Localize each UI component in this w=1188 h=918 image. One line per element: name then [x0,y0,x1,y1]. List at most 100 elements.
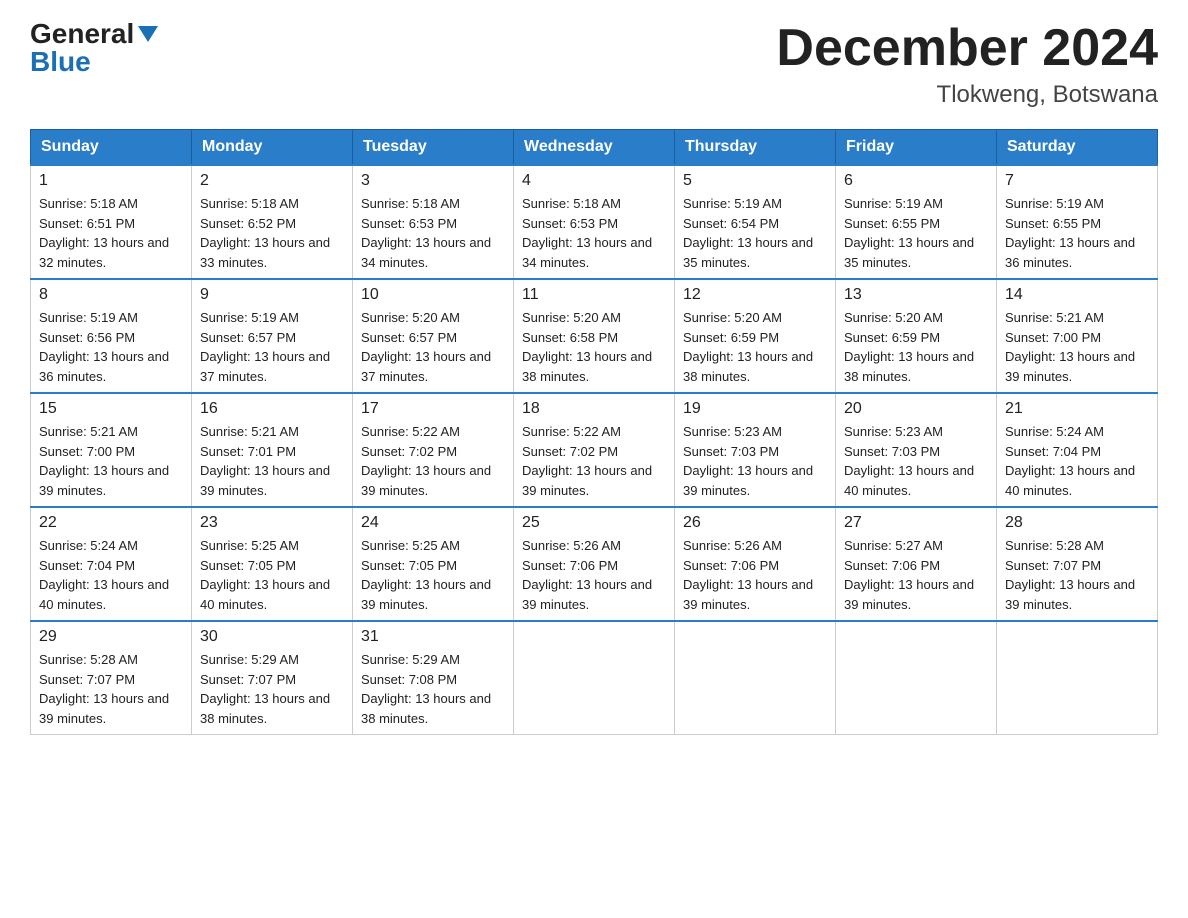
calendar-day-cell: 2 Sunrise: 5:18 AM Sunset: 6:52 PM Dayli… [192,165,353,279]
day-info: Sunrise: 5:20 AM Sunset: 6:59 PM Dayligh… [844,308,988,386]
day-number: 29 [39,628,183,646]
calendar-day-cell: 1 Sunrise: 5:18 AM Sunset: 6:51 PM Dayli… [31,165,192,279]
day-number: 19 [683,400,827,418]
calendar-day-cell: 26 Sunrise: 5:26 AM Sunset: 7:06 PM Dayl… [675,507,836,621]
title-section: December 2024 Tlokweng, Botswana [776,20,1158,109]
calendar-day-cell [514,621,675,735]
calendar-week-row: 8 Sunrise: 5:19 AM Sunset: 6:56 PM Dayli… [31,279,1158,393]
day-info: Sunrise: 5:21 AM Sunset: 7:01 PM Dayligh… [200,422,344,500]
day-of-week-header: Friday [836,130,997,166]
day-number: 14 [1005,286,1149,304]
day-number: 30 [200,628,344,646]
day-info: Sunrise: 5:25 AM Sunset: 7:05 PM Dayligh… [200,536,344,614]
day-info: Sunrise: 5:23 AM Sunset: 7:03 PM Dayligh… [683,422,827,500]
day-info: Sunrise: 5:20 AM Sunset: 6:59 PM Dayligh… [683,308,827,386]
day-number: 25 [522,514,666,532]
day-number: 7 [1005,172,1149,190]
calendar-day-cell: 25 Sunrise: 5:26 AM Sunset: 7:06 PM Dayl… [514,507,675,621]
logo-general-text: General [30,20,134,48]
calendar-day-cell: 14 Sunrise: 5:21 AM Sunset: 7:00 PM Dayl… [997,279,1158,393]
day-info: Sunrise: 5:19 AM Sunset: 6:56 PM Dayligh… [39,308,183,386]
calendar-day-cell: 28 Sunrise: 5:28 AM Sunset: 7:07 PM Dayl… [997,507,1158,621]
days-header-row: SundayMondayTuesdayWednesdayThursdayFrid… [31,130,1158,166]
day-info: Sunrise: 5:21 AM Sunset: 7:00 PM Dayligh… [1005,308,1149,386]
day-number: 31 [361,628,505,646]
calendar-week-row: 15 Sunrise: 5:21 AM Sunset: 7:00 PM Dayl… [31,393,1158,507]
day-number: 17 [361,400,505,418]
logo: General Blue [30,20,158,76]
day-number: 4 [522,172,666,190]
day-info: Sunrise: 5:19 AM Sunset: 6:55 PM Dayligh… [1005,194,1149,272]
calendar-day-cell: 5 Sunrise: 5:19 AM Sunset: 6:54 PM Dayli… [675,165,836,279]
day-info: Sunrise: 5:18 AM Sunset: 6:52 PM Dayligh… [200,194,344,272]
day-info: Sunrise: 5:20 AM Sunset: 6:57 PM Dayligh… [361,308,505,386]
day-of-week-header: Monday [192,130,353,166]
calendar-day-cell: 22 Sunrise: 5:24 AM Sunset: 7:04 PM Dayl… [31,507,192,621]
calendar-day-cell: 8 Sunrise: 5:19 AM Sunset: 6:56 PM Dayli… [31,279,192,393]
day-number: 11 [522,286,666,304]
day-of-week-header: Sunday [31,130,192,166]
calendar-table: SundayMondayTuesdayWednesdayThursdayFrid… [30,129,1158,735]
day-info: Sunrise: 5:29 AM Sunset: 7:08 PM Dayligh… [361,650,505,728]
calendar-day-cell: 3 Sunrise: 5:18 AM Sunset: 6:53 PM Dayli… [353,165,514,279]
calendar-day-cell: 4 Sunrise: 5:18 AM Sunset: 6:53 PM Dayli… [514,165,675,279]
day-number: 22 [39,514,183,532]
month-title: December 2024 [776,20,1158,77]
day-number: 8 [39,286,183,304]
calendar-day-cell: 20 Sunrise: 5:23 AM Sunset: 7:03 PM Dayl… [836,393,997,507]
calendar-day-cell: 6 Sunrise: 5:19 AM Sunset: 6:55 PM Dayli… [836,165,997,279]
day-number: 26 [683,514,827,532]
calendar-day-cell [675,621,836,735]
day-number: 10 [361,286,505,304]
day-number: 20 [844,400,988,418]
day-of-week-header: Wednesday [514,130,675,166]
day-number: 21 [1005,400,1149,418]
location-subtitle: Tlokweng, Botswana [776,81,1158,109]
logo-blue-text: Blue [30,48,91,76]
day-number: 6 [844,172,988,190]
day-number: 9 [200,286,344,304]
day-number: 16 [200,400,344,418]
calendar-day-cell: 12 Sunrise: 5:20 AM Sunset: 6:59 PM Dayl… [675,279,836,393]
calendar-day-cell: 7 Sunrise: 5:19 AM Sunset: 6:55 PM Dayli… [997,165,1158,279]
calendar-day-cell: 19 Sunrise: 5:23 AM Sunset: 7:03 PM Dayl… [675,393,836,507]
day-info: Sunrise: 5:18 AM Sunset: 6:51 PM Dayligh… [39,194,183,272]
day-number: 2 [200,172,344,190]
day-info: Sunrise: 5:25 AM Sunset: 7:05 PM Dayligh… [361,536,505,614]
calendar-day-cell: 31 Sunrise: 5:29 AM Sunset: 7:08 PM Dayl… [353,621,514,735]
day-info: Sunrise: 5:19 AM Sunset: 6:55 PM Dayligh… [844,194,988,272]
day-info: Sunrise: 5:24 AM Sunset: 7:04 PM Dayligh… [39,536,183,614]
day-of-week-header: Saturday [997,130,1158,166]
logo-triangle-icon [138,26,158,42]
calendar-day-cell: 18 Sunrise: 5:22 AM Sunset: 7:02 PM Dayl… [514,393,675,507]
day-info: Sunrise: 5:26 AM Sunset: 7:06 PM Dayligh… [522,536,666,614]
calendar-week-row: 29 Sunrise: 5:28 AM Sunset: 7:07 PM Dayl… [31,621,1158,735]
day-info: Sunrise: 5:28 AM Sunset: 7:07 PM Dayligh… [39,650,183,728]
page-header: General Blue December 2024 Tlokweng, Bot… [30,20,1158,109]
calendar-day-cell: 15 Sunrise: 5:21 AM Sunset: 7:00 PM Dayl… [31,393,192,507]
calendar-day-cell: 27 Sunrise: 5:27 AM Sunset: 7:06 PM Dayl… [836,507,997,621]
day-info: Sunrise: 5:26 AM Sunset: 7:06 PM Dayligh… [683,536,827,614]
day-info: Sunrise: 5:22 AM Sunset: 7:02 PM Dayligh… [361,422,505,500]
calendar-day-cell: 16 Sunrise: 5:21 AM Sunset: 7:01 PM Dayl… [192,393,353,507]
day-info: Sunrise: 5:18 AM Sunset: 6:53 PM Dayligh… [522,194,666,272]
calendar-day-cell: 30 Sunrise: 5:29 AM Sunset: 7:07 PM Dayl… [192,621,353,735]
day-info: Sunrise: 5:29 AM Sunset: 7:07 PM Dayligh… [200,650,344,728]
calendar-day-cell [836,621,997,735]
day-number: 15 [39,400,183,418]
calendar-week-row: 22 Sunrise: 5:24 AM Sunset: 7:04 PM Dayl… [31,507,1158,621]
day-info: Sunrise: 5:19 AM Sunset: 6:57 PM Dayligh… [200,308,344,386]
day-number: 23 [200,514,344,532]
day-info: Sunrise: 5:27 AM Sunset: 7:06 PM Dayligh… [844,536,988,614]
calendar-day-cell: 29 Sunrise: 5:28 AM Sunset: 7:07 PM Dayl… [31,621,192,735]
day-number: 28 [1005,514,1149,532]
day-info: Sunrise: 5:20 AM Sunset: 6:58 PM Dayligh… [522,308,666,386]
day-info: Sunrise: 5:18 AM Sunset: 6:53 PM Dayligh… [361,194,505,272]
day-info: Sunrise: 5:23 AM Sunset: 7:03 PM Dayligh… [844,422,988,500]
day-info: Sunrise: 5:21 AM Sunset: 7:00 PM Dayligh… [39,422,183,500]
day-of-week-header: Thursday [675,130,836,166]
day-info: Sunrise: 5:22 AM Sunset: 7:02 PM Dayligh… [522,422,666,500]
calendar-day-cell: 17 Sunrise: 5:22 AM Sunset: 7:02 PM Dayl… [353,393,514,507]
day-number: 24 [361,514,505,532]
day-number: 13 [844,286,988,304]
